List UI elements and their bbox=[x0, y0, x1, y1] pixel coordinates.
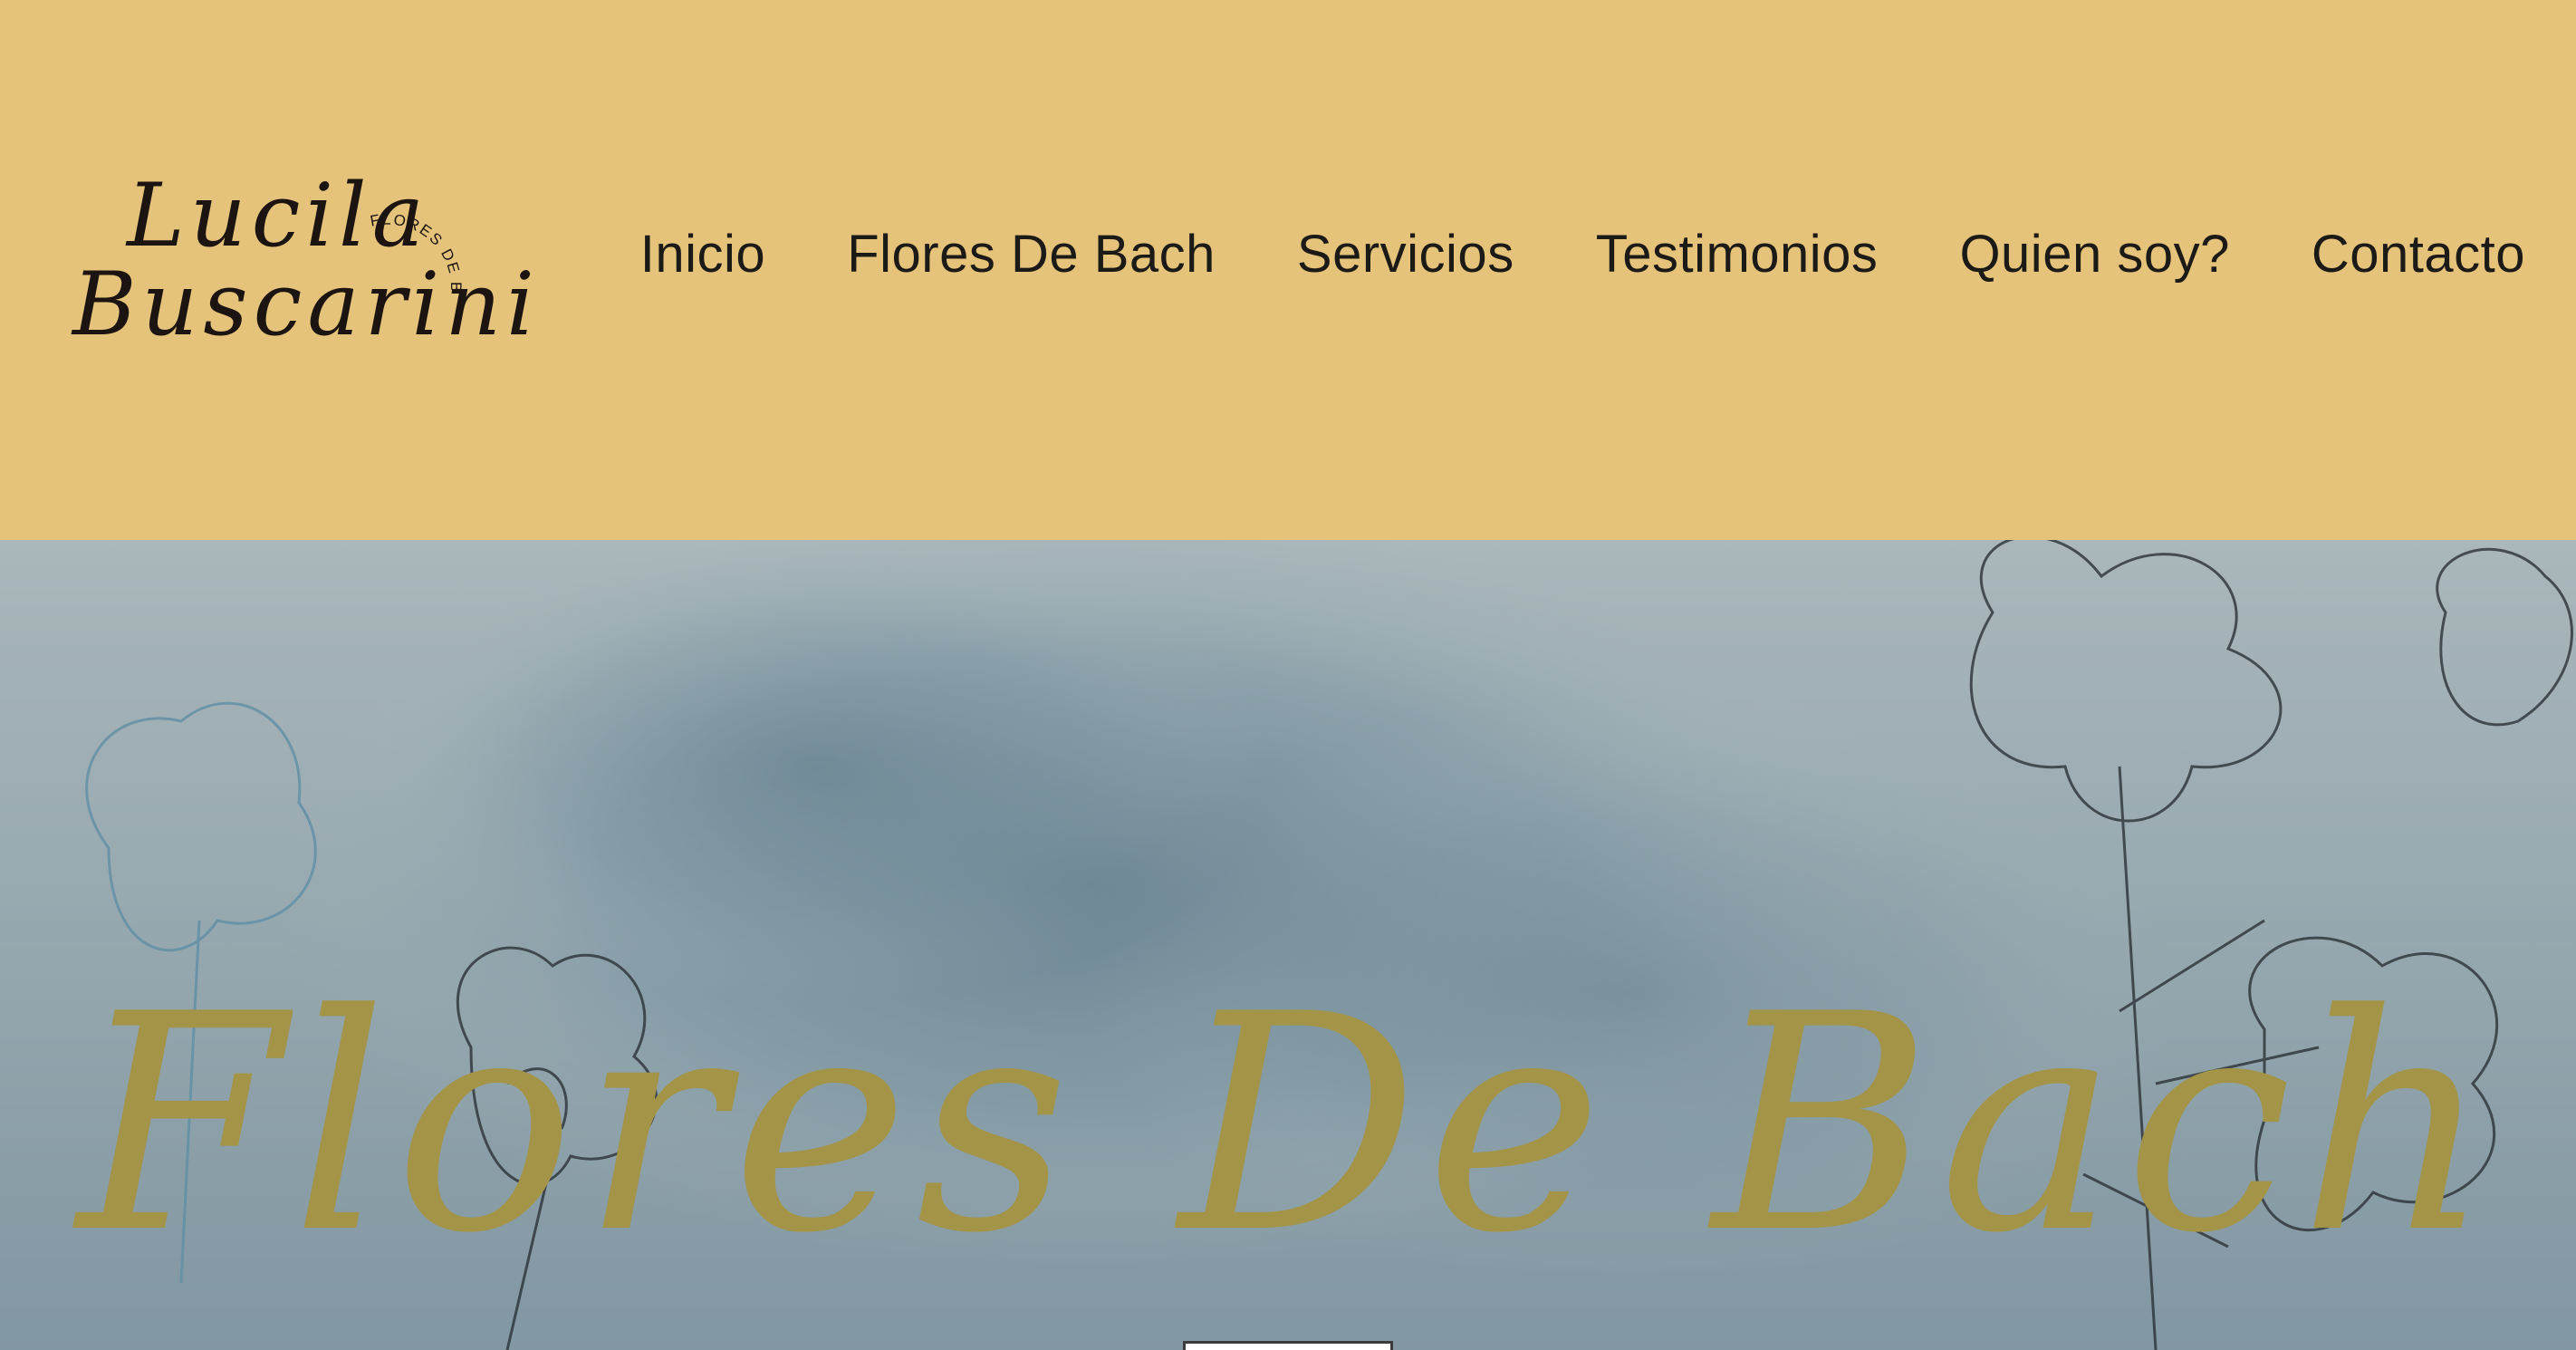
nav-item-testimonios[interactable]: Testimonios bbox=[1596, 224, 1879, 284]
logo-name-last: Buscarini bbox=[72, 254, 540, 355]
hero-section: Flores De Bach bbox=[0, 540, 2576, 1350]
nav-item-quien-soy[interactable]: Quien soy? bbox=[1959, 224, 2229, 284]
hero-cta-button[interactable] bbox=[1183, 1341, 1393, 1350]
nav-item-contacto[interactable]: Contacto bbox=[2312, 224, 2525, 284]
hero-title: Flores De Bach bbox=[77, 950, 2499, 1298]
logo-name-first: Lucila bbox=[127, 165, 429, 266]
brand-logo[interactable]: Lucila Buscarini FLORES DE BACH bbox=[72, 165, 534, 381]
main-nav: Inicio Flores De Bach Servicios Testimon… bbox=[640, 217, 2525, 290]
nav-item-servicios[interactable]: Servicios bbox=[1297, 224, 1514, 284]
nav-item-inicio[interactable]: Inicio bbox=[640, 224, 765, 284]
nav-item-flores-de-bach[interactable]: Flores De Bach bbox=[847, 224, 1216, 284]
site-header: Lucila Buscarini FLORES DE BACH Inicio F… bbox=[0, 0, 2576, 540]
